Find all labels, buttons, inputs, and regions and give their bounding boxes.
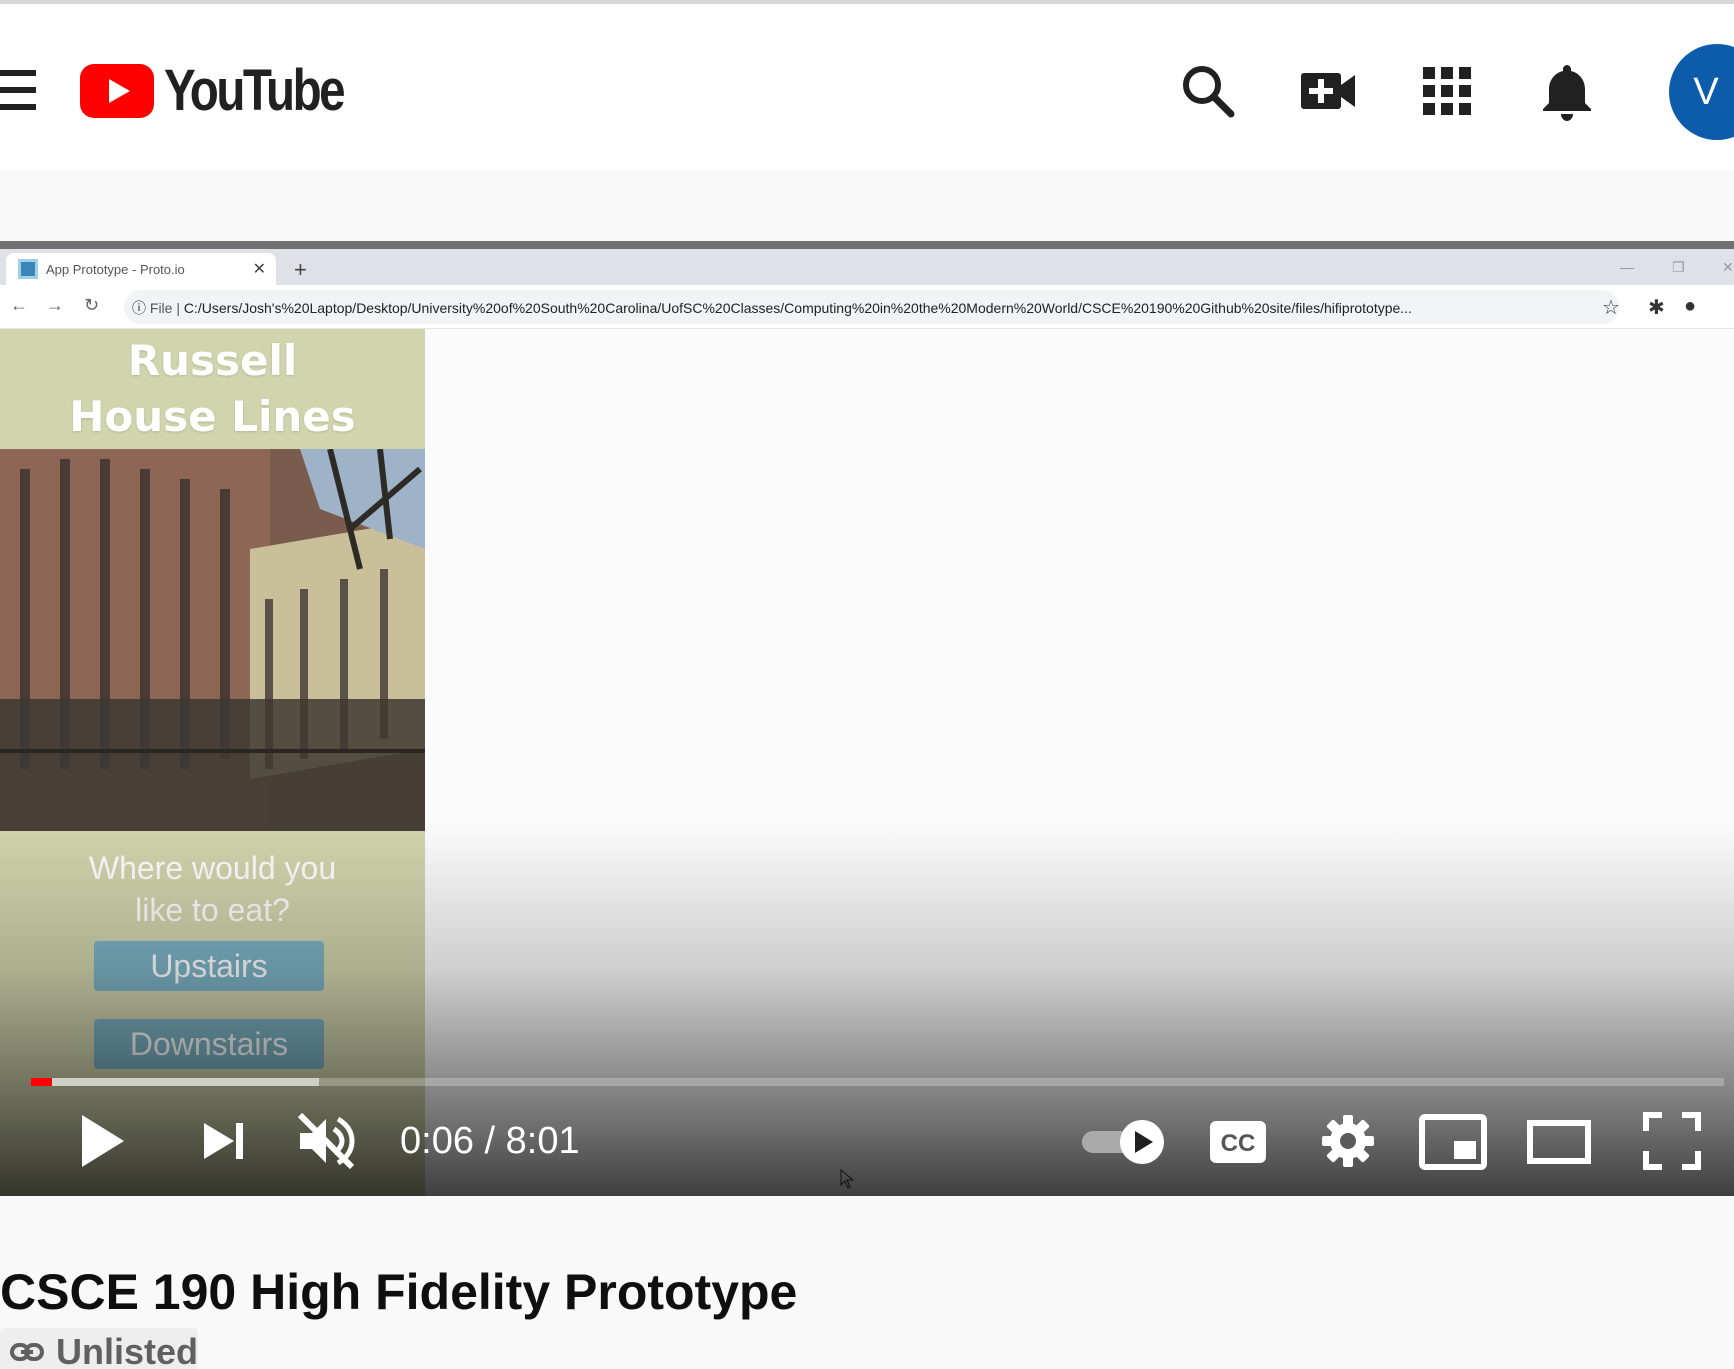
progress-bar[interactable]	[31, 1078, 1724, 1086]
captions-button[interactable]: CC	[1208, 1109, 1268, 1173]
youtube-logo[interactable]: YouTube	[80, 59, 382, 123]
recorded-forward-icon: →	[46, 295, 64, 315]
prototype-question-line1: Where would you	[88, 850, 337, 886]
video-frame: App Prototype - Proto.io ✕ + — ❐ ✕ ← → ↻…	[0, 241, 1734, 1196]
recorded-close-icon: ✕	[1722, 259, 1734, 275]
recorded-url: C:/Users/Josh's%20Laptop/Desktop/Univers…	[183, 300, 1412, 316]
fullscreen-icon	[1643, 1112, 1701, 1170]
prototype-title-line2: House Lines	[69, 392, 356, 441]
recorded-star-icon: ☆	[1602, 297, 1620, 319]
miniplayer-icon	[1419, 1114, 1487, 1170]
recorded-back-icon: ←	[10, 295, 28, 315]
next-button[interactable]	[192, 1109, 256, 1173]
recorded-tab-strip: App Prototype - Proto.io ✕ + — ❐ ✕	[0, 249, 1734, 285]
closed-captions-icon: CC	[1210, 1121, 1266, 1163]
progress-buffered	[31, 1078, 319, 1086]
recorded-tab-close-icon: ✕	[252, 261, 266, 278]
recorded-file-label: File |	[149, 300, 180, 316]
miniplayer-button[interactable]	[1418, 1109, 1490, 1173]
protoio-favicon-icon	[18, 259, 38, 279]
upstairs-button: Upstairs	[94, 941, 324, 991]
volume-muted-icon	[297, 1112, 355, 1170]
apps-grid-icon[interactable]	[1415, 59, 1479, 123]
time-separator: /	[473, 1120, 506, 1162]
prototype-question-line2: like to eat?	[135, 892, 290, 928]
mute-button[interactable]	[294, 1109, 358, 1173]
recorded-address-bar: ← → ↻ ⓘ File | C:/Users/Josh's%20Laptop/…	[0, 285, 1734, 329]
play-button[interactable]	[72, 1109, 136, 1173]
downstairs-button: Downstairs	[94, 1019, 324, 1069]
youtube-wordmark: YouTube	[164, 58, 346, 123]
visibility-badge: Unlisted	[0, 1328, 198, 1369]
prototype-title: Russell House Lines	[0, 333, 425, 445]
play-icon	[82, 1115, 124, 1167]
autoplay-toggle[interactable]	[1080, 1109, 1170, 1173]
avatar-letter: V	[1693, 70, 1719, 113]
recorded-extensions-icon: ✱	[1648, 297, 1665, 319]
fullscreen-button[interactable]	[1640, 1109, 1704, 1173]
recorded-tab-title: App Prototype - Proto.io	[46, 261, 185, 277]
prototype-title-line1: Russell	[127, 336, 298, 385]
create-video-icon[interactable]	[1297, 59, 1361, 123]
russell-house-photo	[0, 449, 425, 831]
time-current: 0:06	[400, 1120, 474, 1162]
visibility-label: Unlisted	[55, 1331, 198, 1369]
notifications-bell-icon[interactable]	[1535, 59, 1599, 123]
prototype-question: Where would you like to eat?	[0, 847, 425, 931]
recorded-tab: App Prototype - Proto.io ✕	[6, 253, 276, 285]
search-icon[interactable]	[1176, 59, 1240, 123]
recorded-info-icon: ⓘ	[132, 300, 150, 316]
recorded-reload-icon: ↻	[84, 295, 100, 315]
video-player[interactable]: App Prototype - Proto.io ✕ + — ❐ ✕ ← → ↻…	[0, 241, 1734, 1196]
theater-mode-icon	[1527, 1120, 1591, 1164]
autoplay-icon	[1082, 1120, 1164, 1164]
youtube-play-logo-icon	[80, 64, 154, 118]
video-title: CSCE 190 High Fidelity Prototype	[0, 1264, 798, 1320]
recorded-minimize-icon: —	[1620, 259, 1634, 275]
next-icon	[204, 1123, 243, 1159]
recorded-window-border	[0, 241, 1734, 249]
settings-gear-icon	[1322, 1115, 1374, 1167]
avatar[interactable]: V	[1669, 44, 1734, 140]
time-total: 8:01	[505, 1120, 580, 1162]
prototype-screen: Russell House Lines Where would you like…	[0, 329, 425, 1196]
time-display: 0:06 / 8:01	[400, 1119, 580, 1163]
recorded-profile-icon: ●	[1684, 295, 1697, 317]
theater-mode-button[interactable]	[1526, 1109, 1592, 1173]
masthead: YouTube V	[0, 0, 1734, 171]
settings-button[interactable]	[1316, 1109, 1380, 1173]
menu-icon[interactable]	[0, 70, 36, 110]
progress-played	[31, 1078, 53, 1086]
recorded-new-tab-icon: +	[294, 257, 307, 282]
link-icon	[10, 1343, 44, 1361]
recorded-restore-icon: ❐	[1672, 259, 1685, 275]
mouse-cursor-icon	[840, 1169, 855, 1189]
cc-label: CC	[1221, 1130, 1256, 1157]
recorded-omnibox: ⓘ File | C:/Users/Josh's%20Laptop/Deskto…	[124, 290, 1619, 324]
youtube-watch-page: YouTube V App Prototype - Proto.io ✕ + —…	[0, 0, 1734, 1369]
